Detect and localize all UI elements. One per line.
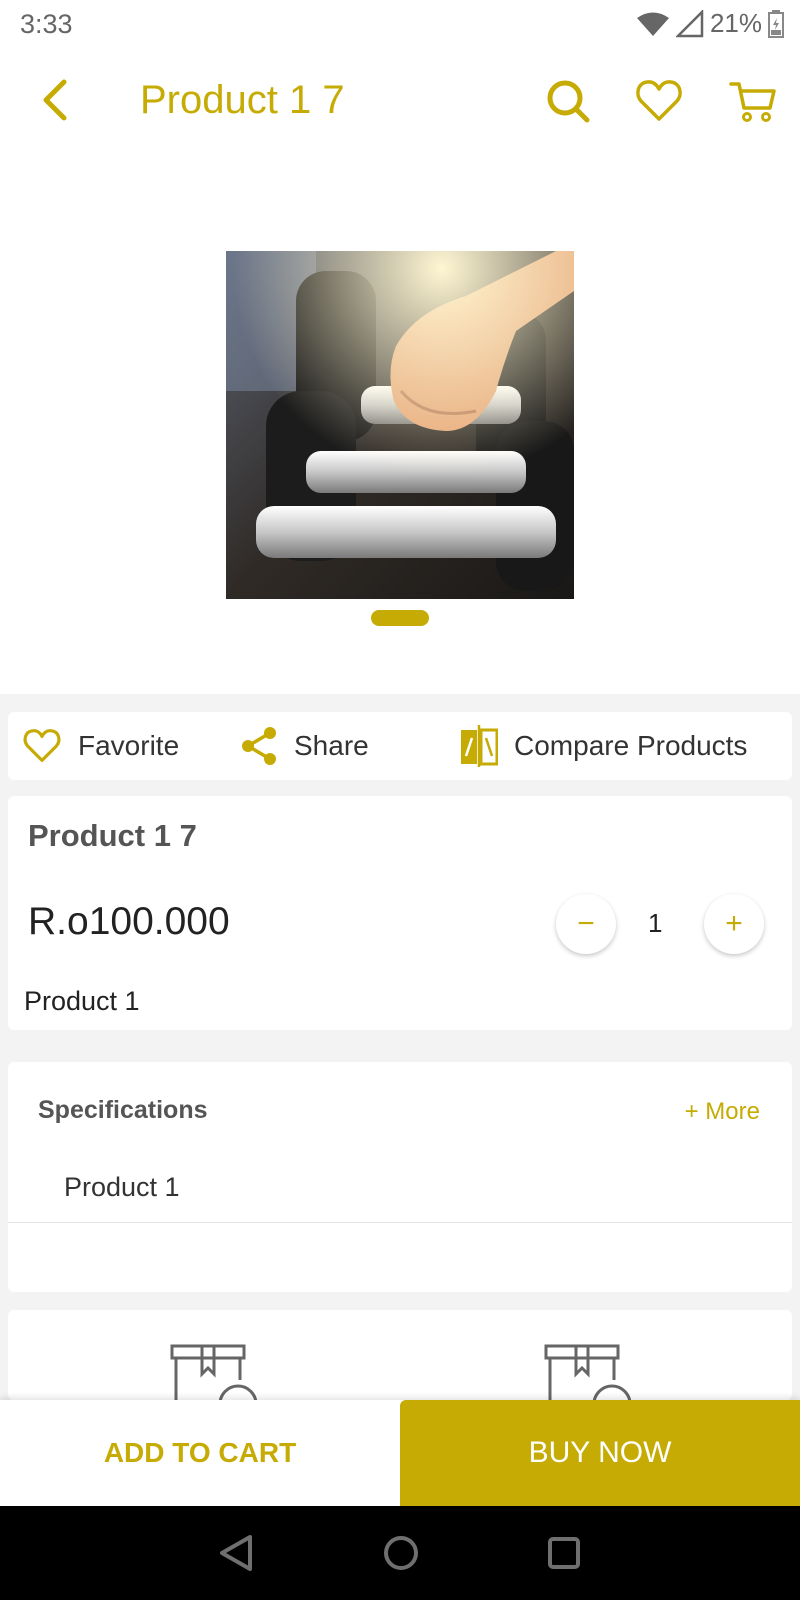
- specifications-card: Specifications + More Product 1: [8, 1062, 792, 1292]
- specification-item: Product 1: [64, 1172, 180, 1202]
- search-icon[interactable]: [543, 76, 593, 126]
- features-card: [8, 1310, 792, 1400]
- share-label: Share: [294, 730, 369, 761]
- status-time: 3:33: [20, 9, 73, 39]
- box-delivery-icon: [170, 1344, 258, 1400]
- product-gallery: [0, 158, 800, 694]
- status-icons: 21%: [636, 8, 784, 39]
- page-title: Product 1 7: [140, 78, 345, 122]
- specifications-heading: Specifications: [38, 1096, 208, 1124]
- signal-icon: [675, 9, 704, 37]
- add-to-cart-button[interactable]: ADD TO CART: [0, 1400, 400, 1506]
- divider: [8, 1222, 792, 1223]
- product-actions: Favorite Share Compare Products: [8, 712, 792, 780]
- favorite-label: Favorite: [78, 730, 180, 761]
- status-bar: 3:33 21%: [0, 0, 800, 48]
- compare-label: Compare Products: [514, 730, 748, 761]
- buy-now-button[interactable]: BUY NOW: [400, 1400, 800, 1506]
- box-return-icon: [544, 1344, 632, 1400]
- product-info-card: Product 1 7 R.o100.000 − 1 + Product 1: [8, 796, 792, 1030]
- battery-percent: 21%: [709, 8, 762, 38]
- more-specifications-link[interactable]: + More: [685, 1098, 760, 1126]
- product-image[interactable]: [226, 251, 574, 599]
- quantity-decrement-button[interactable]: −: [556, 894, 616, 954]
- bottom-action-bar: ADD TO CART BUY NOW: [0, 1400, 800, 1506]
- back-arrow-icon[interactable]: [36, 78, 76, 122]
- favorite-button[interactable]: Favorite: [22, 712, 179, 780]
- compare-products-button[interactable]: Compare Products: [460, 712, 747, 780]
- system-nav-bar: [0, 1506, 800, 1600]
- product-price: R.o100.000: [28, 900, 230, 943]
- product-description: Product 1: [24, 986, 140, 1016]
- share-icon: [242, 727, 276, 765]
- gallery-page-indicator[interactable]: [371, 610, 429, 626]
- cart-icon[interactable]: [728, 76, 778, 126]
- nav-recents-icon[interactable]: [546, 1533, 582, 1573]
- heart-icon[interactable]: [634, 76, 684, 126]
- quantity-increment-button[interactable]: +: [704, 894, 764, 954]
- share-button[interactable]: Share: [240, 712, 369, 780]
- wifi-icon: [636, 12, 669, 36]
- quantity-value: 1: [648, 908, 663, 938]
- product-name: Product 1 7: [28, 818, 197, 853]
- nav-back-icon[interactable]: [218, 1533, 254, 1573]
- app-bar: Product 1 7: [0, 48, 800, 158]
- nav-home-icon[interactable]: [381, 1533, 421, 1573]
- compare-icon: [461, 725, 498, 767]
- battery-icon: [768, 9, 784, 38]
- heart-icon: [23, 729, 61, 762]
